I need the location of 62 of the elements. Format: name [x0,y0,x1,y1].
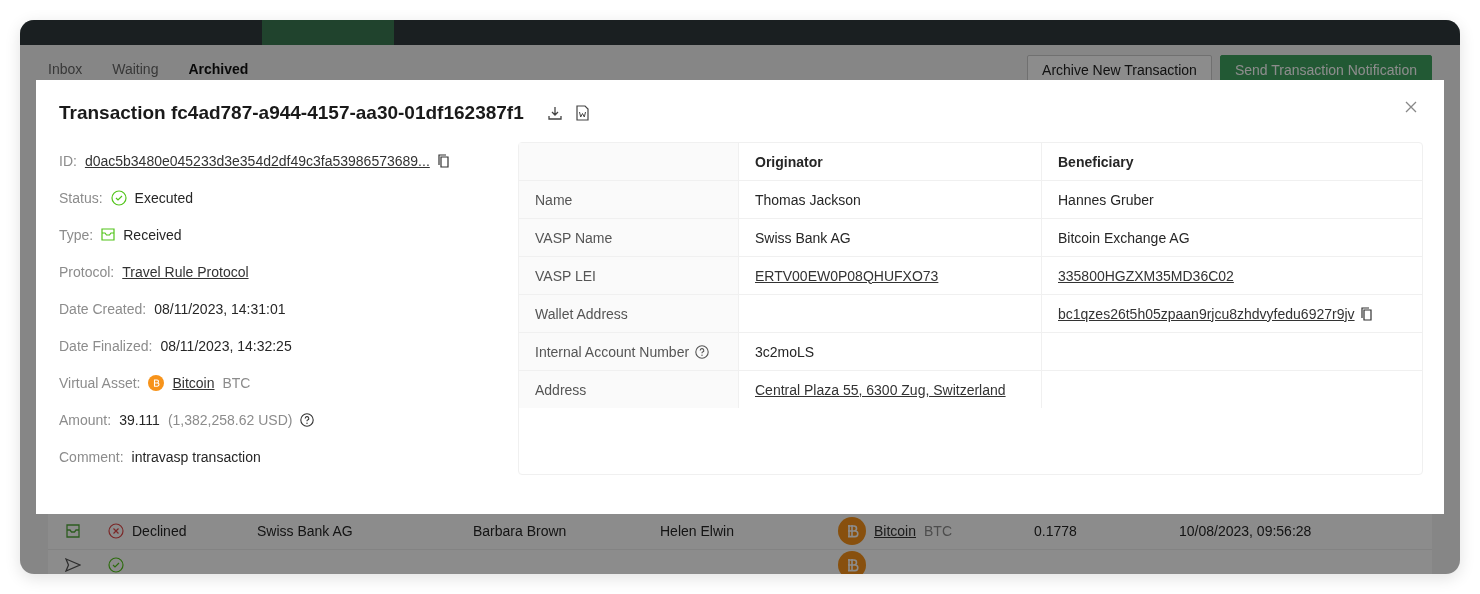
tab[interactable]: Archived [188,61,249,77]
table-link[interactable]: Central Plaza 55, 6300 Zug, Switzerland [755,381,1006,398]
table-link[interactable]: ERTV00EW0P08QHUFXO73 [755,267,939,284]
status-text: Executed [134,189,193,206]
field-link[interactable]: Travel Rule Protocol [122,263,249,280]
status-text: Declined [132,522,187,539]
row-label: Wallet Address [535,305,628,322]
table-cell: Swiss Bank AG [755,229,851,246]
table-cell: Hannes Gruber [1058,191,1154,208]
asset-link[interactable]: Bitcoin [172,374,215,391]
converted-amount: (1,382,258.62 USD) [167,411,293,428]
field-value: intravasp transaction [131,448,261,465]
table-cell: 3c2moLS [755,343,815,360]
asset-code: BTC [924,522,953,539]
table-link[interactable]: bc1qzes26t5h05zpaan9rjcu8zhdvyfedu6927r9jv [1058,305,1355,322]
field-label: Protocol: [59,263,115,280]
help-icon[interactable] [300,412,315,427]
asset-link[interactable]: Bitcoin [874,522,917,539]
field-label: Comment: [59,448,124,465]
row-label: VASP LEI [535,267,596,284]
field-label: Date Created: [59,300,147,317]
field-label: Date Finalized: [59,337,153,354]
field-label: Type: [59,226,94,243]
inbox-icon [101,228,116,241]
table-cell-text: Swiss Bank AG [257,522,354,539]
row-label: Address [535,381,587,398]
table-cell-text: 0.1778 [1034,522,1078,539]
field-value: 08/11/2023, 14:31:01 [154,300,286,317]
table-link[interactable]: 335800HGZXM35MD36C02 [1058,267,1234,284]
table-cell-text: Helen Elwin [660,522,735,539]
check-circle-icon [110,189,127,206]
download-icon[interactable] [547,106,562,120]
cross-circle-icon [108,522,124,539]
check-circle-icon [108,557,124,573]
field-label: ID: [59,152,77,169]
copy-icon[interactable] [1360,306,1373,321]
type-text: Received [123,226,182,243]
row-label: VASP Name [535,229,613,246]
field-label: Virtual Asset: [59,374,141,391]
document-icon[interactable] [575,105,589,121]
amount-value: 39.111 [119,411,160,428]
coin-icon [838,516,866,545]
row-label: Name [535,191,573,208]
asset-code: BTC [222,374,251,391]
close-icon[interactable] [1405,101,1417,113]
field-label: Status: [59,189,103,206]
copy-icon[interactable] [437,153,450,168]
help-icon[interactable] [695,344,710,359]
table-cell: Thomas Jackson [755,191,861,208]
coin-icon [148,374,165,391]
field-value: 08/11/2023, 14:32:25 [160,337,292,354]
field-label: Amount: [59,411,112,428]
table-cell: Bitcoin Exchange AG [1058,229,1190,246]
send-icon [65,558,81,572]
table-cell-text: 10/08/2023, 09:56:28 [1179,522,1313,539]
row-label: Internal Account Number [535,343,690,360]
column-header: Beneficiary [1058,153,1134,170]
table-cell-text: Barbara Brown [473,522,568,539]
inbox-icon [65,523,81,538]
dialog-title: Transaction fc4ad787-a944-4157-aa30-01df162387f1 [59,102,524,124]
column-header: Originator [755,153,823,170]
field-link[interactable]: d0ac5b3480e045233d3e354d2df49c3fa53986573689... [84,152,430,169]
